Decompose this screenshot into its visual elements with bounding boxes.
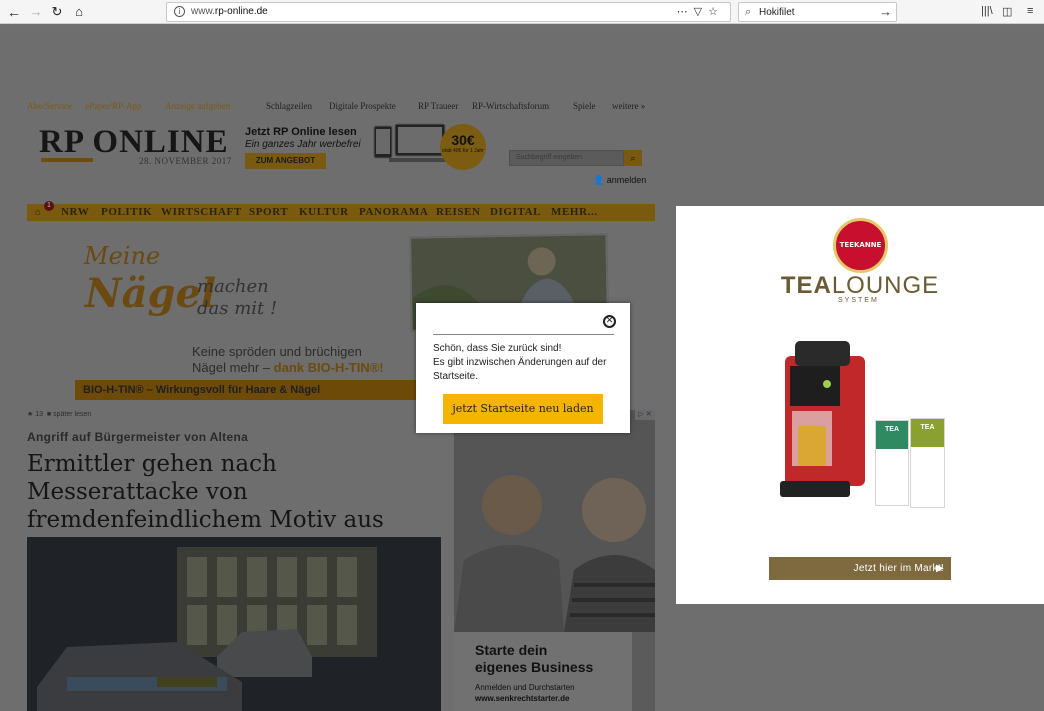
user-icon: 👤 <box>593 175 605 185</box>
main-navigation: ⌂ 1 NRW POLITIK WIRTSCHAFT SPORT KULTUR … <box>27 201 655 221</box>
teekanne-logo-text: TEEKANNE <box>839 241 882 249</box>
promo-button[interactable]: ZUM ANGEBOT <box>245 153 326 169</box>
article-meta: ★ 13 ■ später lesen <box>27 411 92 418</box>
star-icon[interactable]: ★ <box>27 411 33 418</box>
toplink-anzeige[interactable]: Anzeige aufgeben <box>165 101 230 111</box>
article-kicker[interactable]: Angriff auf Bürgermeister von Altena <box>27 430 248 444</box>
nav-kultur[interactable]: KULTUR <box>299 206 349 218</box>
side-ad-text: Anmelden und Durchstarten www.senkrechtst… <box>475 683 575 703</box>
sidebar-icon[interactable]: ◫ <box>1002 5 1012 18</box>
tea-machine-image <box>780 341 865 497</box>
login-link[interactable]: 👤 anmelden <box>593 175 646 186</box>
toplink-schlagzeilen[interactable]: Schlagzeilen <box>266 101 312 111</box>
dialog-divider <box>433 334 614 335</box>
tea-cta-button[interactable]: Jetzt hier im Markt! ▶ <box>769 557 951 580</box>
tea-box-1: TEA <box>875 420 909 506</box>
search-icon: ⌕ <box>745 6 752 18</box>
article-headline[interactable]: Ermittler gehen nach Messerattacke von f… <box>27 450 447 534</box>
more-icon[interactable]: ⋯ <box>677 6 694 18</box>
site-info-icon[interactable]: i <box>174 6 185 17</box>
side-ad-textbox: Starte dein eigenes Business Anmelden und… <box>454 632 632 711</box>
article-image[interactable] <box>27 537 441 711</box>
nav-panorama[interactable]: PANORAMA <box>359 206 428 218</box>
badge-note: statt 40€ für 1 Jahr <box>442 148 484 154</box>
dialog-message-title: Schön, dass Sie zurück sind! <box>433 343 562 354</box>
library-icon[interactable]: |||\ <box>981 5 993 17</box>
badge-price: 30€ <box>451 132 475 148</box>
ad-claim: Keine spröden und brüchigen Nägel mehr – … <box>192 344 384 375</box>
nav-reisen[interactable]: REISEN <box>436 206 481 218</box>
toplink-abo[interactable]: Abo/Service <box>27 101 72 111</box>
price-badge: 30€ statt 40€ für 1 Jahr <box>440 124 486 170</box>
url-text: www.rp-online.de <box>191 6 268 17</box>
nav-sport[interactable]: SPORT <box>249 206 288 218</box>
promo-subtitle: Ein ganzes Jahr werbefrei <box>245 139 361 150</box>
tealounge-ad[interactable]: TEEKANNE TEALOUNGE SYSTEM TEA TEA Jetzt … <box>676 206 1044 604</box>
promo-title: Jetzt RP Online lesen <box>245 126 357 138</box>
pocket-icon[interactable]: ▽ <box>694 6 708 18</box>
nav-mehr[interactable]: MEHR... <box>551 206 598 218</box>
site-date: 28. NOVEMBER 2017 <box>139 156 232 166</box>
side-ad-title: Starte dein eigenes Business <box>475 642 594 675</box>
site-search-button[interactable]: ⌕ <box>624 150 642 166</box>
notification-badge: 1 <box>44 201 54 211</box>
tea-box-2: TEA <box>910 418 945 508</box>
toplink-wirtschaftsforum[interactable]: RP-Wirtschaftsforum <box>472 101 549 111</box>
address-bar[interactable]: i www.rp-online.de ⋯▽☆ <box>166 2 731 22</box>
ad-ribbon[interactable]: BIO-H-TIN® – Wirkungsvoll für Haare & Nä… <box>75 380 421 400</box>
back-icon[interactable]: ← <box>5 3 23 21</box>
home-icon[interactable]: ⌂ <box>35 207 41 218</box>
browser-search-box[interactable]: ⌕ Hokifilet → <box>738 2 897 22</box>
logo-underline <box>41 158 93 162</box>
tealounge-system-label: SYSTEM <box>838 297 879 304</box>
teekanne-emblem: TEEKANNE <box>833 218 888 273</box>
page-actions: ⋯▽☆ <box>677 5 724 18</box>
nav-digital[interactable]: DIGITAL <box>490 206 541 218</box>
search-icon: ⌕ <box>630 153 636 163</box>
bookmark-icon[interactable]: ■ <box>47 411 51 418</box>
ad-choices-icon[interactable]: ▷ ✕ <box>635 410 655 420</box>
ad-line-meine: Meine <box>84 242 161 270</box>
play-arrow-icon: ▶ <box>936 563 944 574</box>
menu-icon[interactable]: ≡ <box>1027 5 1033 17</box>
close-icon[interactable]: ✕ <box>603 315 616 328</box>
reload-startpage-button[interactable]: jetzt Startseite neu laden <box>443 394 603 424</box>
side-ad[interactable]: ▷ ✕ Starte dein eigenes Business Anmelden… <box>454 410 655 711</box>
side-ad-photo <box>454 410 655 632</box>
browser-toolbar: ← → ↻ ⌂ i www.rp-online.de ⋯▽☆ ⌕ Hokifil… <box>0 0 1044 24</box>
tealounge-logo: TEALOUNGE <box>780 272 940 299</box>
nav-wirtschaft[interactable]: WIRTSCHAFT <box>161 206 242 218</box>
reload-icon[interactable]: ↻ <box>48 3 66 21</box>
bookmark-star-icon[interactable]: ☆ <box>708 6 724 18</box>
search-query: Hokifilet <box>759 7 795 18</box>
nav-nrw[interactable]: NRW <box>61 206 89 218</box>
dialog-message-body: Es gibt inzwischen Änderungen auf der St… <box>433 357 607 382</box>
toplink-epaper[interactable]: ePaper/RP-App <box>85 101 142 111</box>
reload-dialog: ✕ Schön, dass Sie zurück sind! Es gibt i… <box>416 303 630 433</box>
ad-line-machen: machen das mit ! <box>197 276 278 319</box>
home-icon[interactable]: ⌂ <box>70 3 88 21</box>
top-links: Abo/Service ePaper/RP-App Anzeige aufgeb… <box>27 100 655 114</box>
toplink-spiele[interactable]: Spiele <box>573 101 596 111</box>
nav-politik[interactable]: POLITIK <box>101 206 152 218</box>
arrow-right-icon[interactable]: → <box>879 4 892 19</box>
site-search-input[interactable]: Suchbegriff eingeben <box>509 150 624 166</box>
toplink-prospekte[interactable]: Digitale Prospekte <box>329 101 396 111</box>
toplink-weitere[interactable]: weitere » <box>612 101 645 111</box>
forward-icon[interactable]: → <box>27 3 45 21</box>
toplink-traueer[interactable]: RP Traueer <box>418 101 458 111</box>
